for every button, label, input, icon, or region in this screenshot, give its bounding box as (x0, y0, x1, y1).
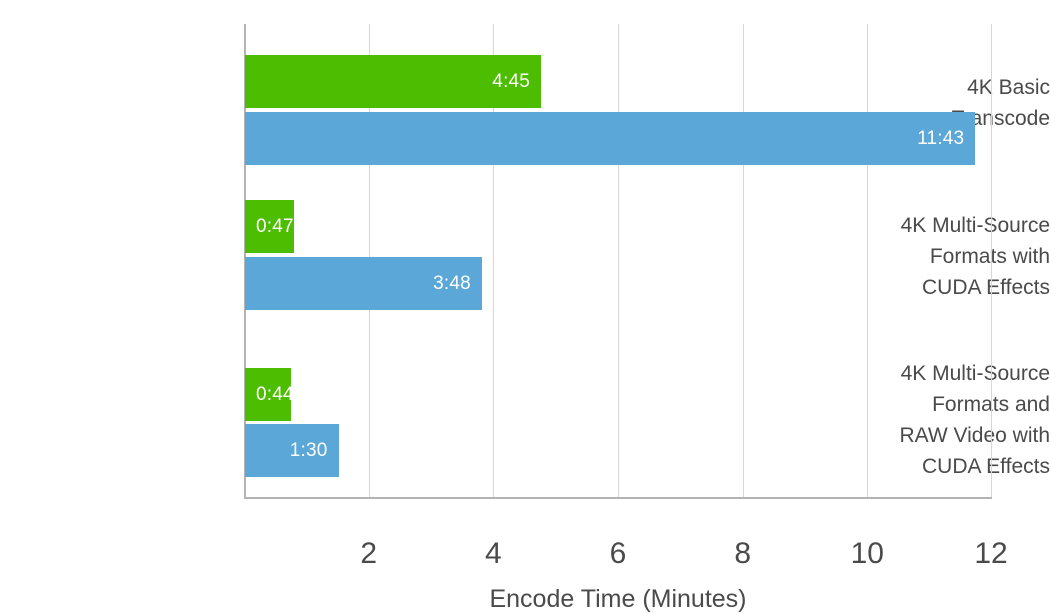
bar-value-blue-0: 11:43 (917, 127, 965, 149)
bar-chart: 4K Basic Transcode 4K Multi-Source Forma… (0, 0, 1050, 613)
bar-value-blue-1: 3:48 (433, 272, 471, 294)
xtick-label-2: 6 (609, 537, 627, 570)
xtick-label-5: 12 (974, 537, 1008, 570)
bar-blue-0[interactable]: 11:43 (245, 112, 976, 165)
bar-value-blue-2: 1:30 (289, 439, 328, 461)
xtick-label-0: 2 (360, 537, 378, 570)
gridline-8 (742, 24, 744, 497)
bar-green-1[interactable]: 0:47 (245, 200, 294, 253)
bar-value-green-1: 0:47 (256, 215, 294, 237)
plot-area: 4:45 11:43 0:47 3:48 0:44 1:30 2 4 6 8 1… (244, 24, 1008, 570)
gridline-10 (867, 24, 869, 497)
bar-value-green-2: 0:44 (256, 383, 294, 405)
x-axis-line (244, 497, 992, 499)
bar-value-green-0: 4:45 (492, 70, 531, 92)
bar-blue-1[interactable]: 3:48 (245, 257, 482, 310)
xtick-label-1: 4 (484, 537, 502, 570)
gridline-6 (618, 24, 619, 497)
bar-blue-2[interactable]: 1:30 (245, 424, 339, 477)
xtick-label-3: 8 (734, 537, 752, 570)
bar-green-2[interactable]: 0:44 (245, 368, 294, 421)
xtick-label-4: 10 (850, 537, 884, 570)
bar-green-0[interactable]: 4:45 (245, 55, 542, 108)
gridline-12 (991, 24, 992, 497)
